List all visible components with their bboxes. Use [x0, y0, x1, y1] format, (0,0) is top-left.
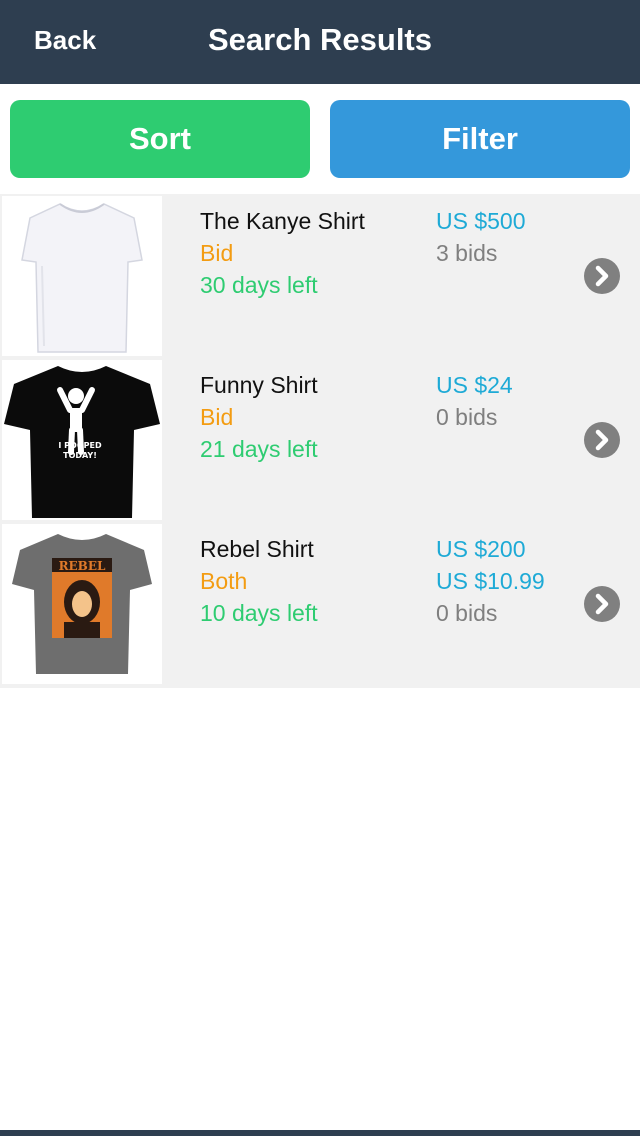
- product-image-funny-shirt: I POOPED TODAY!: [2, 360, 162, 520]
- time-left: 21 days left: [200, 436, 318, 462]
- bottom-bar: [0, 1130, 640, 1136]
- listing-type: Bid: [200, 404, 234, 430]
- listing-type: Both: [200, 568, 248, 594]
- black-tshirt-icon: I POOPED TODAY!: [4, 366, 160, 518]
- result-row-kanye-shirt[interactable]: The Kanye Shirt Bid 30 days left US $500…: [0, 194, 640, 358]
- time-left: 10 days left: [200, 600, 318, 626]
- results-list: The Kanye Shirt Bid 30 days left US $500…: [0, 194, 640, 688]
- back-button[interactable]: Back: [34, 22, 96, 58]
- price: US $24: [436, 372, 513, 398]
- nav-bar: Back Search Results: [0, 0, 640, 84]
- bid-count: 0 bids: [436, 600, 498, 626]
- chevron-right-icon[interactable]: [584, 422, 620, 458]
- sort-button[interactable]: Sort: [10, 100, 310, 178]
- gray-tshirt-icon: REBEL: [12, 534, 152, 674]
- chevron-right-icon[interactable]: [584, 258, 620, 294]
- chevron-right-icon[interactable]: [584, 586, 620, 622]
- result-title: The Kanye Shirt: [200, 208, 365, 234]
- product-image-kanye-shirt: [2, 196, 162, 356]
- svg-text:REBEL: REBEL: [59, 559, 106, 573]
- svg-text:I POOPED: I POOPED: [58, 441, 102, 450]
- price: US $200: [436, 536, 526, 562]
- product-image-rebel-shirt: REBEL: [2, 524, 162, 684]
- filter-button[interactable]: Filter: [330, 100, 630, 178]
- white-tshirt-icon: [21, 203, 143, 353]
- result-title: Funny Shirt: [200, 372, 318, 398]
- listing-type: Bid: [200, 240, 234, 266]
- result-row-rebel-shirt[interactable]: REBEL Rebel Shirt Both 10 days left US $…: [0, 522, 640, 686]
- svg-text:TODAY!: TODAY!: [63, 451, 97, 460]
- result-row-funny-shirt[interactable]: I POOPED TODAY! Funny Shirt Bid 21 days …: [0, 358, 640, 522]
- time-left: 30 days left: [200, 272, 318, 298]
- price: US $500: [436, 208, 526, 234]
- result-title: Rebel Shirt: [200, 536, 314, 562]
- bid-count: 3 bids: [436, 240, 498, 266]
- bid-count: 0 bids: [436, 404, 498, 430]
- buy-now-price: US $10.99: [436, 568, 545, 594]
